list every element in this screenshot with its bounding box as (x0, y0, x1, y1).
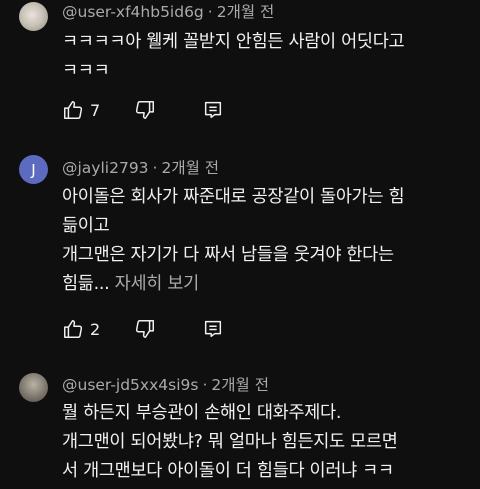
comment-actions: 2 (62, 317, 224, 341)
avatar[interactable]: J (19, 155, 48, 184)
dislike-button[interactable] (134, 98, 156, 122)
comment-meta: @user-xf4hb5id6g · 2개월 전 (62, 2, 274, 22)
reply-button[interactable] (202, 98, 224, 122)
thumbs-up-icon (62, 99, 84, 121)
comment-time[interactable]: 2개월 전 (211, 376, 269, 394)
comment-meta: @user-jd5xx4si9s · 2개월 전 (62, 375, 269, 395)
like-count: 7 (90, 100, 101, 120)
like-button[interactable]: 2 (62, 317, 110, 341)
thumbs-down-icon (134, 318, 156, 340)
reply-icon (202, 99, 224, 121)
thumbs-down-icon (134, 99, 156, 121)
reply-button[interactable] (202, 317, 224, 341)
comment-text: ㅋㅋㅋㅋ아 웰케 꼴받지 안힘든 사람이 어딧다고 ㅋㅋㅋ (62, 32, 405, 81)
comment-handle[interactable]: @user-xf4hb5id6g (62, 3, 204, 21)
comment-handle[interactable]: @jayli2793 (62, 159, 149, 177)
comment-time[interactable]: 2개월 전 (161, 159, 219, 177)
comment-actions: 7 (62, 98, 224, 122)
comment-text-content: 아이돌은 회사가 짜준대로 공장같이 돌아가는 힘 듦이고 개그맨은 자기가 다… (62, 187, 405, 294)
avatar-letter: J (31, 160, 36, 179)
comment-meta: @jayli2793 · 2개월 전 (62, 158, 219, 178)
thumbs-up-icon (62, 318, 84, 340)
meta-separator: · (152, 159, 158, 177)
avatar[interactable] (19, 373, 48, 402)
comment-handle[interactable]: @user-jd5xx4si9s (62, 376, 198, 394)
read-more-link[interactable]: 자세히 보기 (115, 274, 200, 294)
reply-icon (202, 318, 224, 340)
comment-text: 아이돌은 회사가 짜준대로 공장같이 돌아가는 힘 듦이고 개그맨은 자기가 다… (62, 183, 472, 299)
comment-time[interactable]: 2개월 전 (217, 3, 275, 21)
meta-separator: · (202, 376, 208, 394)
like-button[interactable]: 7 (62, 98, 110, 122)
dislike-button[interactable] (134, 317, 156, 341)
comment-text: 뭘 하든지 부승관이 손해인 대화주제다. 개그맨이 되어봤냐? 뭐 얼마나 힘… (62, 403, 398, 481)
avatar[interactable] (19, 2, 48, 31)
meta-separator: · (207, 3, 213, 21)
like-count: 2 (90, 319, 101, 339)
